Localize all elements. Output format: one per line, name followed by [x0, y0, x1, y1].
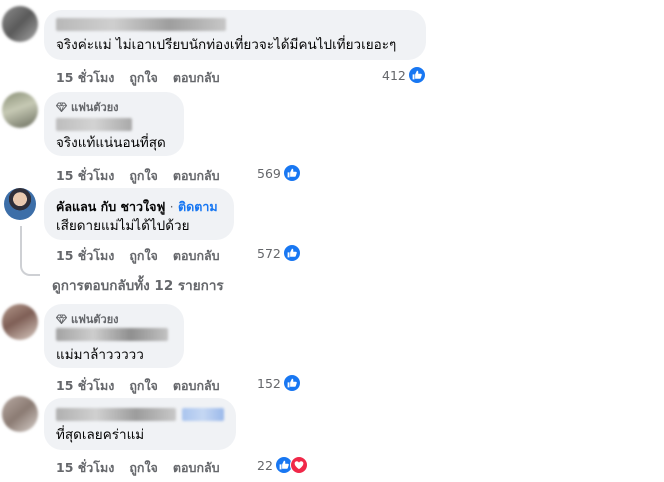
reaction-number: 569 [257, 165, 281, 181]
reaction-number: 152 [257, 375, 281, 391]
reaction-number: 412 [382, 67, 406, 83]
page-avatar[interactable] [4, 188, 36, 220]
reaction-number: 572 [257, 245, 281, 261]
blurred-author-name [56, 408, 176, 421]
diamond-icon [56, 102, 67, 112]
blurred-author-name [56, 118, 132, 131]
top-fan-badge: แฟนตัวยง [56, 310, 119, 328]
timestamp[interactable]: 15 ชั่วโมง [56, 376, 114, 396]
blurred-author-name [182, 408, 224, 421]
comment-text: จริงค่ะแม่ ไม่เอาเปรียบนักท่องเที่ยวจะได… [56, 37, 397, 53]
follow-link[interactable]: ติดตาม [178, 199, 218, 214]
reaction-count[interactable]: 412 [382, 66, 426, 84]
like-button[interactable]: ถูกใจ [129, 166, 158, 186]
comment-actions: 15 ชั่วโมง ถูกใจ ตอบกลับ [56, 166, 220, 186]
comment-text: เสียดายแม่ไม่ได้ไปด้วย [56, 218, 190, 234]
reaction-count[interactable]: 572 [257, 244, 301, 262]
comment-author: คัลแลน กับ ชาวใจฟู · ติดตาม [56, 198, 218, 216]
like-button[interactable]: ถูกใจ [129, 246, 158, 266]
reaction-count[interactable]: 152 [257, 374, 301, 392]
timestamp[interactable]: 15 ชั่วโมง [56, 458, 114, 478]
view-replies-link[interactable]: ดูการตอบกลับทั้ง 12 รายการ [52, 274, 224, 296]
comment-text: จริงแท้แน่นอนที่สุด [56, 135, 166, 151]
like-button[interactable]: ถูกใจ [129, 458, 158, 478]
comment-actions: 15 ชั่วโมง ถูกใจ ตอบกลับ [56, 458, 220, 478]
heart-icon [289, 456, 308, 474]
like-button[interactable]: ถูกใจ [129, 376, 158, 396]
blurred-author-name [56, 328, 168, 341]
avatar[interactable] [2, 6, 38, 42]
reaction-count[interactable]: 569 [257, 164, 301, 182]
reaction-count[interactable]: 22 [257, 456, 308, 474]
separator-dot: · [169, 199, 174, 214]
reply-button[interactable]: ตอบกลับ [173, 68, 220, 88]
reply-button[interactable]: ตอบกลับ [173, 166, 220, 186]
like-button[interactable]: ถูกใจ [129, 68, 158, 88]
comment-actions: 15 ชั่วโมง ถูกใจ ตอบกลับ [56, 376, 220, 396]
reply-button[interactable]: ตอบกลับ [173, 246, 220, 266]
reply-button[interactable]: ตอบกลับ [173, 376, 220, 396]
comment-text: ที่สุดเลยคร่าแม่ [56, 427, 145, 443]
thumbs-up-icon [407, 66, 426, 84]
timestamp[interactable]: 15 ชั่วโมง [56, 68, 114, 88]
thumbs-up-icon [282, 374, 301, 392]
top-fan-badge: แฟนตัวยง [56, 98, 119, 116]
timestamp[interactable]: 15 ชั่วโมง [56, 166, 114, 186]
thumbs-up-icon [282, 244, 301, 262]
thread-line [20, 226, 40, 276]
badge-label: แฟนตัวยง [71, 101, 119, 114]
avatar[interactable] [2, 92, 38, 128]
comment-text: แม่มาล้าววววว [56, 347, 144, 363]
avatar[interactable] [2, 304, 38, 340]
diamond-icon [56, 314, 67, 324]
avatar[interactable] [2, 396, 38, 432]
author-name[interactable]: คัลแลน กับ ชาวใจฟู [56, 199, 165, 214]
blurred-author-name [56, 18, 226, 31]
comment-actions: 15 ชั่วโมง ถูกใจ ตอบกลับ [56, 68, 220, 88]
thumbs-up-icon [282, 164, 301, 182]
timestamp[interactable]: 15 ชั่วโมง [56, 246, 114, 266]
reaction-number: 22 [257, 457, 273, 473]
badge-label: แฟนตัวยง [71, 313, 119, 326]
comment-actions: 15 ชั่วโมง ถูกใจ ตอบกลับ [56, 246, 220, 266]
reply-button[interactable]: ตอบกลับ [173, 458, 220, 478]
